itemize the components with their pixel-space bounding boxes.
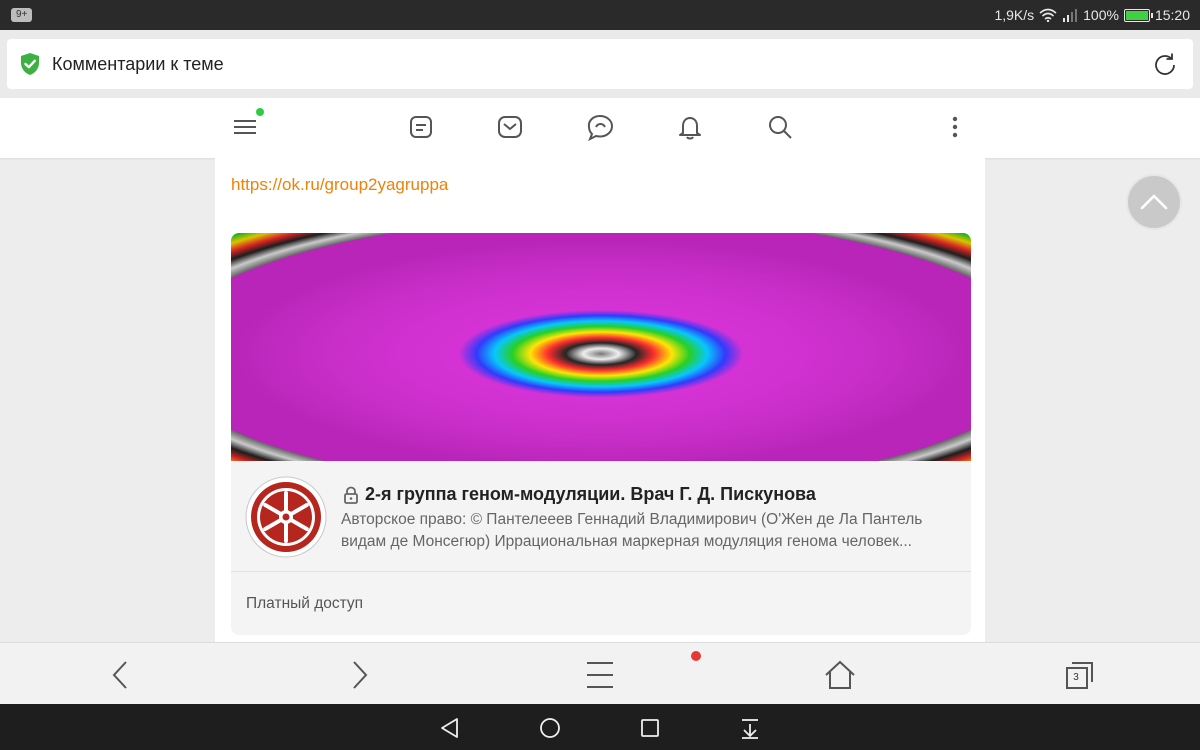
- notes-icon[interactable]: [406, 112, 436, 142]
- system-recents-icon[interactable]: [638, 716, 662, 740]
- network-speed: 1,9K/s: [994, 7, 1035, 23]
- chat-icon[interactable]: [585, 112, 615, 142]
- menu-notification-dot: [256, 108, 264, 116]
- menu-notification-dot-red: [691, 651, 701, 661]
- status-indicators: 1,9K/s 100% 15:20: [994, 0, 1190, 30]
- search-icon[interactable]: [765, 112, 795, 142]
- battery-percent: 100%: [1083, 7, 1119, 23]
- system-back-icon[interactable]: [438, 716, 462, 740]
- psychedelic-banner-image: [231, 233, 971, 461]
- lock-icon: [344, 486, 358, 504]
- card-divider: [231, 571, 971, 572]
- back-icon[interactable]: [104, 659, 136, 691]
- status-bar: 9+ 1,9K/s 100% 15:20: [0, 0, 1200, 30]
- signal-icon: [1063, 8, 1078, 22]
- menu-icon[interactable]: [230, 112, 260, 142]
- group-link[interactable]: https://ok.ru/group2yagruppa: [231, 175, 448, 195]
- wifi-icon: [1039, 8, 1057, 22]
- group-share-card[interactable]: 2-я группа геном-модуляции. Врач Г. Д. П…: [231, 233, 971, 635]
- mail-icon[interactable]: [495, 112, 525, 142]
- chevron-up-icon: [1140, 194, 1168, 210]
- more-icon[interactable]: [940, 112, 970, 142]
- tabs-count: 3: [1073, 672, 1079, 683]
- group-title[interactable]: 2-я группа геном-модуляции. Врач Г. Д. П…: [343, 484, 816, 505]
- clock: 15:20: [1154, 7, 1190, 23]
- notification-shade-icon[interactable]: [738, 716, 762, 740]
- system-home-icon[interactable]: [538, 716, 562, 740]
- group-description: Авторское право: © Пантелееев Геннадий В…: [341, 511, 923, 550]
- notification-badge: 9+: [11, 8, 33, 22]
- scroll-to-top-button[interactable]: [1126, 174, 1182, 230]
- home-icon[interactable]: [824, 659, 856, 691]
- forward-icon[interactable]: [344, 659, 376, 691]
- address-field[interactable]: Комментарии к теме: [7, 39, 1193, 89]
- page-title: Комментарии к теме: [52, 54, 224, 74]
- battery-icon: [1123, 8, 1153, 22]
- access-label: Платный доступ: [246, 595, 364, 612]
- browser-bottom-bar: 3: [0, 642, 1200, 704]
- address-bar: Комментарии к теме: [0, 30, 1200, 98]
- secure-shield-icon: [21, 53, 39, 75]
- site-top-nav: [0, 98, 1200, 158]
- group-avatar: [245, 476, 327, 558]
- comment-content: https://ok.ru/group2yagruppa 2-я группа …: [215, 158, 985, 642]
- group-title-text: 2-я группа геном-модуляции. Врач Г. Д. П…: [365, 484, 816, 504]
- bell-icon[interactable]: [675, 112, 705, 142]
- system-nav-bar: [0, 704, 1200, 750]
- browser-menu-icon[interactable]: [584, 659, 616, 691]
- reload-icon[interactable]: [1151, 51, 1179, 79]
